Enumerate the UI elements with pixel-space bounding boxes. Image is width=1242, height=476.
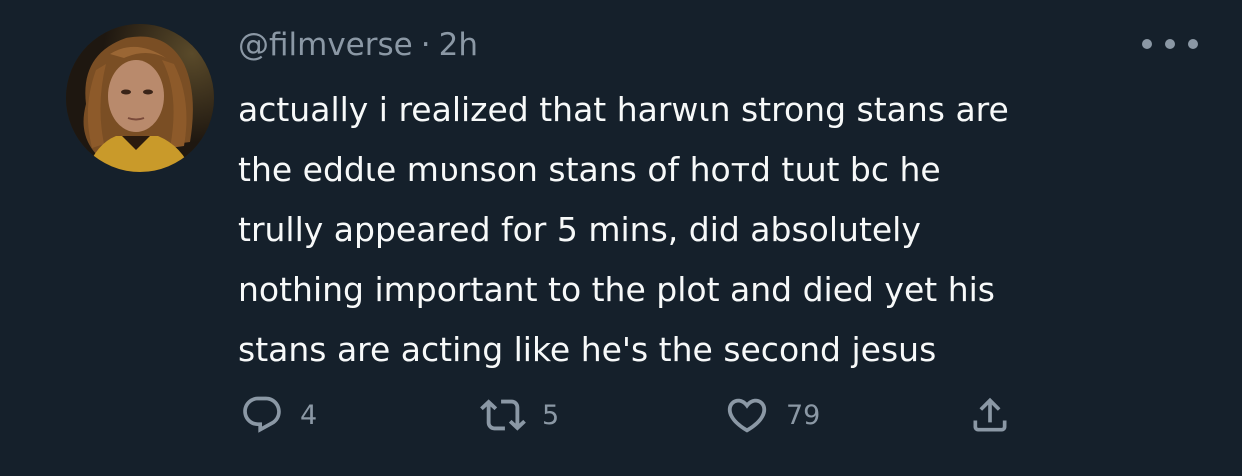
like-count: 79 [786,399,821,431]
profile-photo-icon [66,24,214,172]
timestamp[interactable]: 2h [439,27,478,63]
avatar[interactable] [66,24,214,172]
reply-count: 4 [300,399,318,431]
heart-icon [727,398,767,433]
more-horizontal-icon-dot [1165,39,1175,49]
like-button[interactable]: 79 [724,386,820,444]
more-options-button[interactable] [1142,34,1198,54]
tweet-text: actually i realized that harwɩn strong s… [238,90,1009,369]
share-icon [973,397,1007,432]
retweet-button[interactable]: 5 [480,386,559,444]
header-separator: · [420,27,431,63]
tweet[interactable]: @filmverse · 2h actually i realized that… [0,0,1242,476]
author-handle[interactable]: @filmverse [238,27,413,63]
more-horizontal-icon [1142,39,1152,49]
reply-icon [243,396,281,433]
tweet-header: @filmverse · 2h [238,22,478,68]
reply-button[interactable]: 4 [240,386,317,444]
retweet-count: 5 [542,399,560,431]
tweet-actions: 4 5 79 [240,386,1060,444]
more-horizontal-icon-dot [1188,39,1198,49]
share-button[interactable] [968,386,1012,444]
retweet-icon [480,399,526,431]
